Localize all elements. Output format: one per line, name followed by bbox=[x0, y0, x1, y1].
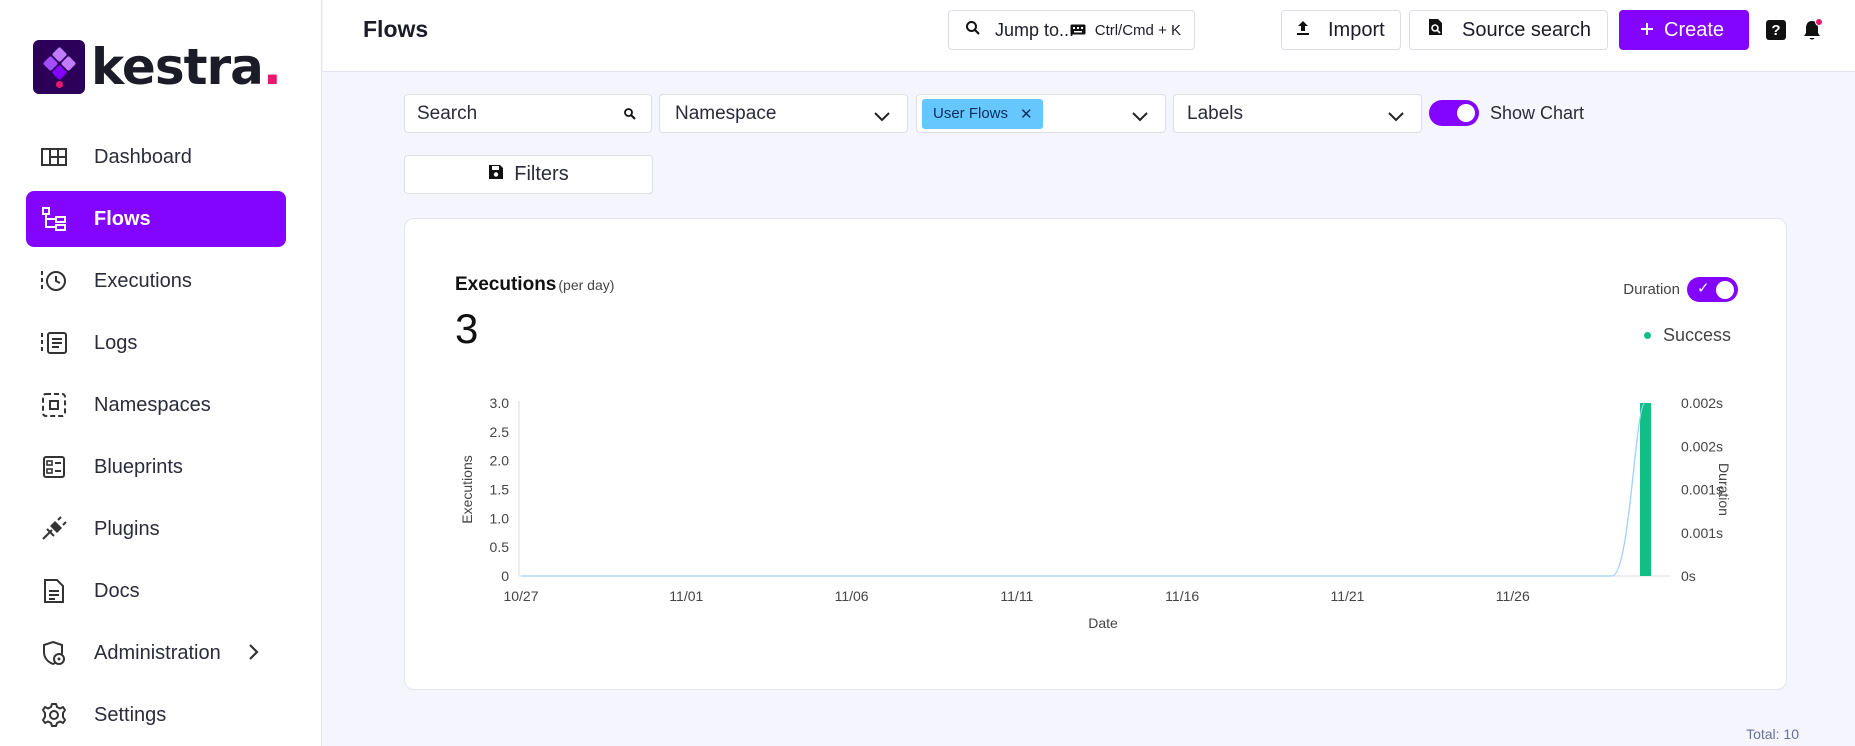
sidebar-item-label: Namespaces bbox=[94, 393, 211, 416]
jump-shortcut: Ctrl/Cmd + K bbox=[1070, 22, 1181, 39]
chevron-down-icon bbox=[1387, 107, 1405, 129]
y-tick-label: 0 bbox=[501, 568, 509, 584]
labels-select[interactable]: Labels bbox=[1173, 94, 1422, 133]
close-icon[interactable]: ✕ bbox=[1020, 105, 1033, 123]
y2-tick-label: 0.001s bbox=[1681, 525, 1723, 541]
namespaces-icon bbox=[40, 391, 68, 419]
docs-icon bbox=[40, 577, 68, 605]
duration-line bbox=[521, 402, 1646, 577]
gear-icon bbox=[40, 701, 68, 729]
show-chart-toggle[interactable] bbox=[1429, 100, 1479, 126]
logo-text: kestra. bbox=[91, 38, 282, 96]
x-tick-label: 11/26 bbox=[1496, 588, 1530, 604]
y-tick-label: 1.0 bbox=[490, 510, 510, 526]
sidebar-item-label: Administration bbox=[94, 641, 221, 664]
filters-button[interactable]: Filters bbox=[404, 155, 653, 194]
sidebar-item-blueprints[interactable]: Blueprints bbox=[26, 439, 286, 495]
x-tick-label: 11/21 bbox=[1330, 588, 1364, 604]
sidebar-item-administration[interactable]: Administration bbox=[26, 625, 286, 681]
x-tick-label: 11/16 bbox=[1165, 588, 1199, 604]
y-tick-label: 2.0 bbox=[490, 453, 510, 469]
show-chart-label: Show Chart bbox=[1490, 103, 1585, 123]
search-icon bbox=[965, 19, 981, 42]
sidebar-item-namespaces[interactable]: Namespaces bbox=[26, 377, 286, 433]
sidebar-item-flows[interactable]: Flows bbox=[26, 191, 286, 247]
logo-mark-icon bbox=[33, 40, 85, 94]
y-tick-label: 0.5 bbox=[490, 539, 510, 555]
flows-total-count: Total: 10 bbox=[1746, 726, 1799, 742]
import-button[interactable]: Import bbox=[1281, 10, 1401, 50]
sidebar-item-executions[interactable]: Executions bbox=[26, 253, 286, 309]
search-icon bbox=[623, 105, 637, 127]
sidebar-item-label: Flows bbox=[94, 207, 151, 230]
sidebar-item-label: Docs bbox=[94, 579, 140, 602]
topbar: Flows Jump to... Ctrl/Cmd + K Import Sou… bbox=[323, 0, 1855, 72]
y2-tick-label: 0.002s bbox=[1681, 438, 1723, 454]
bell-icon[interactable] bbox=[1800, 18, 1824, 47]
sidebar-item-label: Settings bbox=[94, 703, 167, 726]
y2-tick-label: 0.002s bbox=[1681, 395, 1723, 411]
y-tick-label: 1.5 bbox=[490, 482, 510, 498]
namespace-label: Namespace bbox=[675, 102, 777, 124]
scope-select[interactable]: User Flows ✕ bbox=[916, 94, 1166, 133]
y2-axis-label: Duration bbox=[1716, 463, 1732, 516]
flows-icon bbox=[40, 205, 68, 233]
x-tick-label: 11/01 bbox=[669, 588, 703, 604]
chevron-down-icon bbox=[873, 107, 891, 129]
labels-label: Labels bbox=[1187, 102, 1243, 124]
sidebar-nav: Dashboard Flows Executions Logs Namespac… bbox=[26, 129, 286, 746]
search-placeholder: Search bbox=[417, 102, 478, 124]
dashboard-icon bbox=[40, 143, 68, 171]
executions-icon bbox=[40, 267, 68, 295]
sidebar-item-label: Blueprints bbox=[94, 455, 183, 478]
x-tick-label: 11/06 bbox=[835, 588, 869, 604]
sidebar-item-label: Plugins bbox=[94, 517, 160, 540]
executions-chart-card: Executions (per day) 3 Duration ✓ Success… bbox=[404, 218, 1787, 690]
bar-success bbox=[1640, 403, 1651, 576]
jump-to-button[interactable]: Jump to... Ctrl/Cmd + K bbox=[948, 10, 1195, 50]
x-tick-label: 11/11 bbox=[1000, 588, 1033, 604]
sidebar-item-plugins[interactable]: Plugins bbox=[26, 501, 286, 557]
plugins-icon bbox=[40, 515, 68, 543]
sidebar-item-dashboard[interactable]: Dashboard bbox=[26, 129, 286, 185]
plus-icon bbox=[1640, 19, 1654, 42]
x-axis-label: Date bbox=[1088, 615, 1118, 631]
administration-icon bbox=[40, 639, 68, 667]
namespace-select[interactable]: Namespace bbox=[659, 94, 908, 133]
file-search-icon bbox=[1428, 18, 1444, 42]
y-tick-label: 3.0 bbox=[490, 395, 510, 411]
y-tick-label: 2.5 bbox=[490, 424, 510, 440]
upload-icon bbox=[1296, 19, 1310, 42]
x-tick-label: 10/27 bbox=[503, 588, 538, 604]
chevron-right-icon bbox=[248, 643, 260, 667]
sidebar: kestra. Dashboard Flows Executions Logs bbox=[0, 0, 322, 746]
jump-to-label: Jump to... bbox=[995, 19, 1075, 40]
sidebar-item-settings[interactable]: Settings bbox=[26, 687, 286, 743]
create-button[interactable]: Create bbox=[1619, 10, 1749, 50]
page-title: Flows bbox=[363, 16, 429, 42]
blueprints-icon bbox=[40, 453, 68, 481]
scope-tag[interactable]: User Flows ✕ bbox=[922, 98, 1043, 129]
y2-tick-label: 0s bbox=[1681, 568, 1696, 584]
search-input[interactable]: Search bbox=[404, 94, 652, 133]
keyboard-icon bbox=[1070, 22, 1086, 39]
help-icon[interactable]: ? bbox=[1766, 20, 1786, 40]
chevron-down-icon bbox=[1131, 107, 1149, 129]
y-axis-label: Executions bbox=[459, 455, 475, 523]
save-icon bbox=[488, 163, 504, 186]
sidebar-item-logs[interactable]: Logs bbox=[26, 315, 286, 371]
sidebar-item-label: Executions bbox=[94, 269, 192, 292]
source-search-button[interactable]: Source search bbox=[1409, 10, 1608, 50]
sidebar-item-label: Logs bbox=[94, 331, 138, 354]
executions-chart: 3.02.52.01.51.00.500.002s0.002s0.001s0.0… bbox=[459, 395, 1732, 631]
sidebar-item-label: Dashboard bbox=[94, 145, 192, 168]
sidebar-item-docs[interactable]: Docs bbox=[26, 563, 286, 619]
kestra-logo[interactable]: kestra. bbox=[33, 38, 282, 96]
logs-icon bbox=[40, 329, 68, 357]
